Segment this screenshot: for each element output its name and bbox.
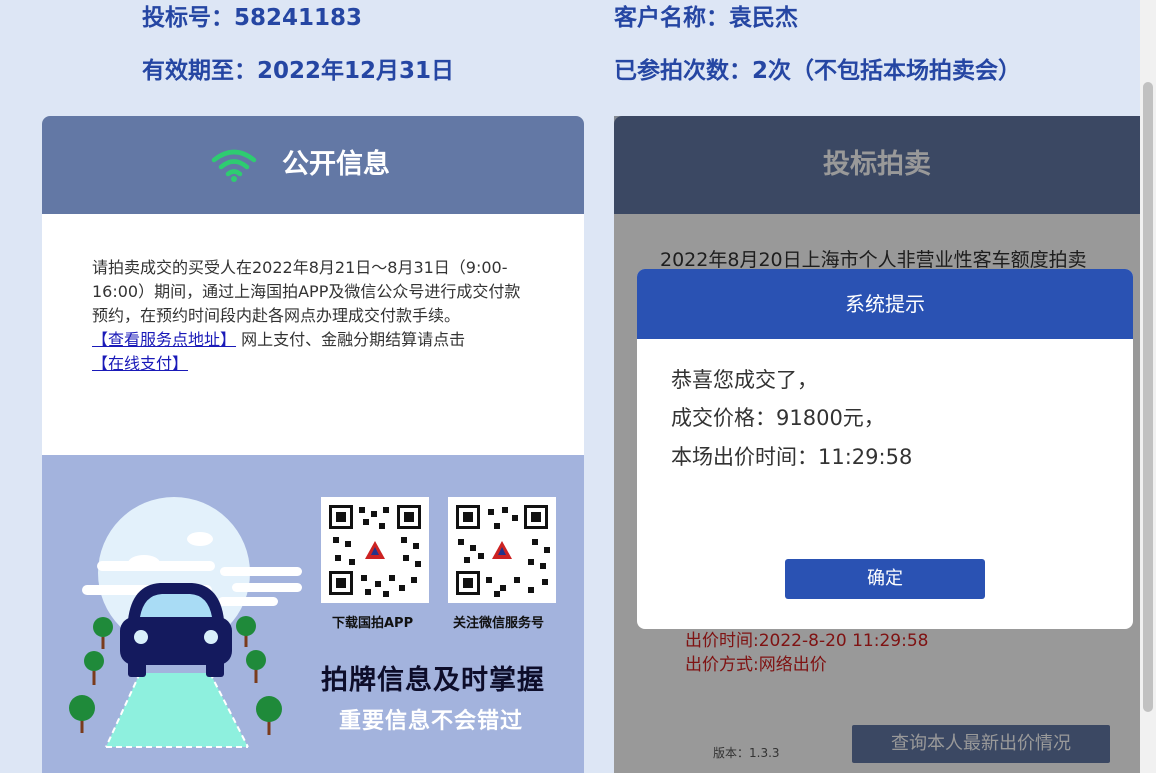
bid-time-message: 本场出价时间：11:29:58 (671, 445, 913, 469)
valid-until: 有效期至：2022年12月31日 (142, 58, 455, 84)
bid-number: 投标号：58241183 (142, 5, 363, 31)
customer-name: 客户名称：袁民杰 (614, 5, 798, 31)
scrollbar[interactable] (1140, 0, 1156, 773)
notice-text: 请拍卖成交的买受人在2022年8月21日～8月31日（9:00-16:00）期间… (92, 258, 521, 325)
promo-headline: 拍牌信息及时掌握 (321, 665, 545, 696)
online-payment-link[interactable]: 【在线支付】 (92, 354, 188, 373)
participation-count: 已参拍次数：2次（不包括本场拍卖会） (614, 58, 1022, 84)
confirm-button[interactable]: 确定 (785, 559, 985, 599)
dialog-header: 系统提示 (637, 269, 1133, 339)
scrollbar-thumb[interactable] (1143, 82, 1153, 712)
qr-code-app (321, 497, 429, 603)
service-location-link[interactable]: 【查看服务点地址】 (92, 330, 236, 349)
public-info-title: 公开信息 (282, 149, 390, 180)
congrats-message: 恭喜您成交了， (671, 368, 818, 392)
qr-wechat-label: 关注微信服务号 (453, 616, 545, 631)
deal-price: 成交价格：91800元， (671, 406, 885, 430)
system-prompt-dialog: 系统提示 恭喜您成交了， 成交价格：91800元， 本场出价时间：11:29:5… (637, 269, 1133, 629)
qr-code-wechat (448, 497, 556, 603)
car-road-illustration (69, 497, 302, 748)
promo-subline: 重要信息不会错过 (339, 709, 524, 734)
payment-text: 网上支付、金融分期结算请点击 (236, 330, 466, 349)
dialog-title: 系统提示 (845, 292, 925, 316)
public-info-header: 公开信息 (42, 116, 584, 214)
payment-notice: 请拍卖成交的买受人在2022年8月21日～8月31日（9:00-16:00）期间… (92, 256, 532, 376)
promo-banner: 下载国拍APP 关注微信服务号 拍牌信息及时掌握 重要信息不会错过 (42, 455, 584, 773)
public-info-panel: 公开信息 请拍卖成交的买受人在2022年8月21日～8月31日（9:00-16:… (42, 116, 584, 773)
wifi-icon (211, 149, 257, 182)
qr-app-label: 下载国拍APP (332, 616, 414, 631)
